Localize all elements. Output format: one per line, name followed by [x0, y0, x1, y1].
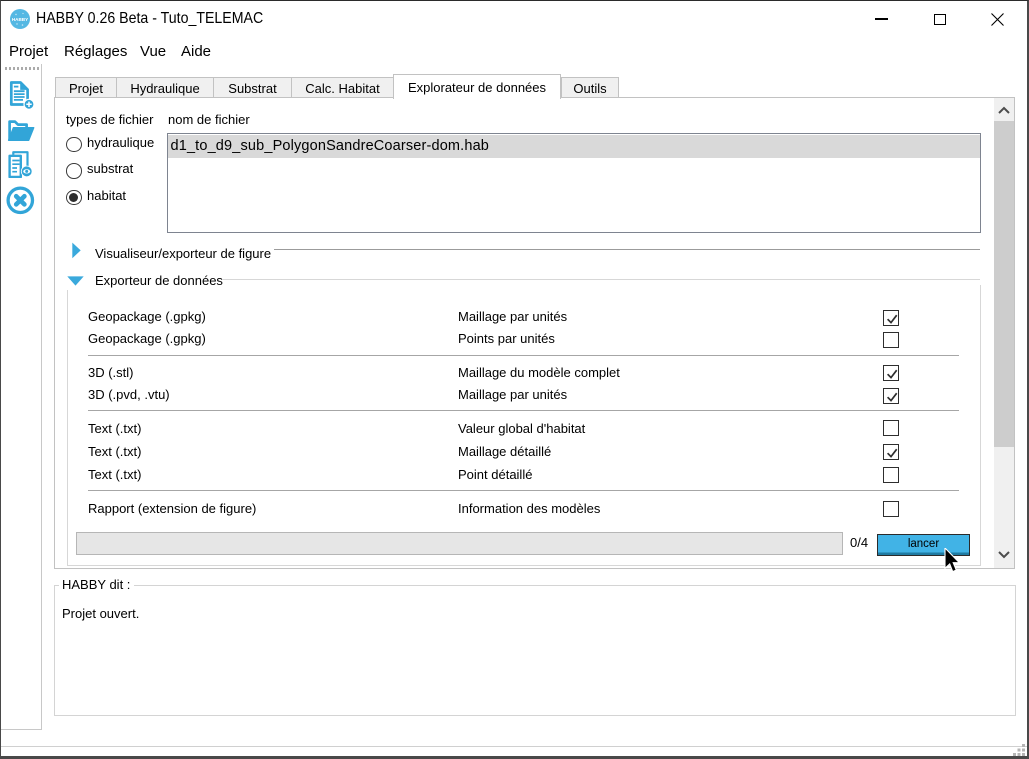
svg-text:HABBY: HABBY — [12, 17, 28, 22]
